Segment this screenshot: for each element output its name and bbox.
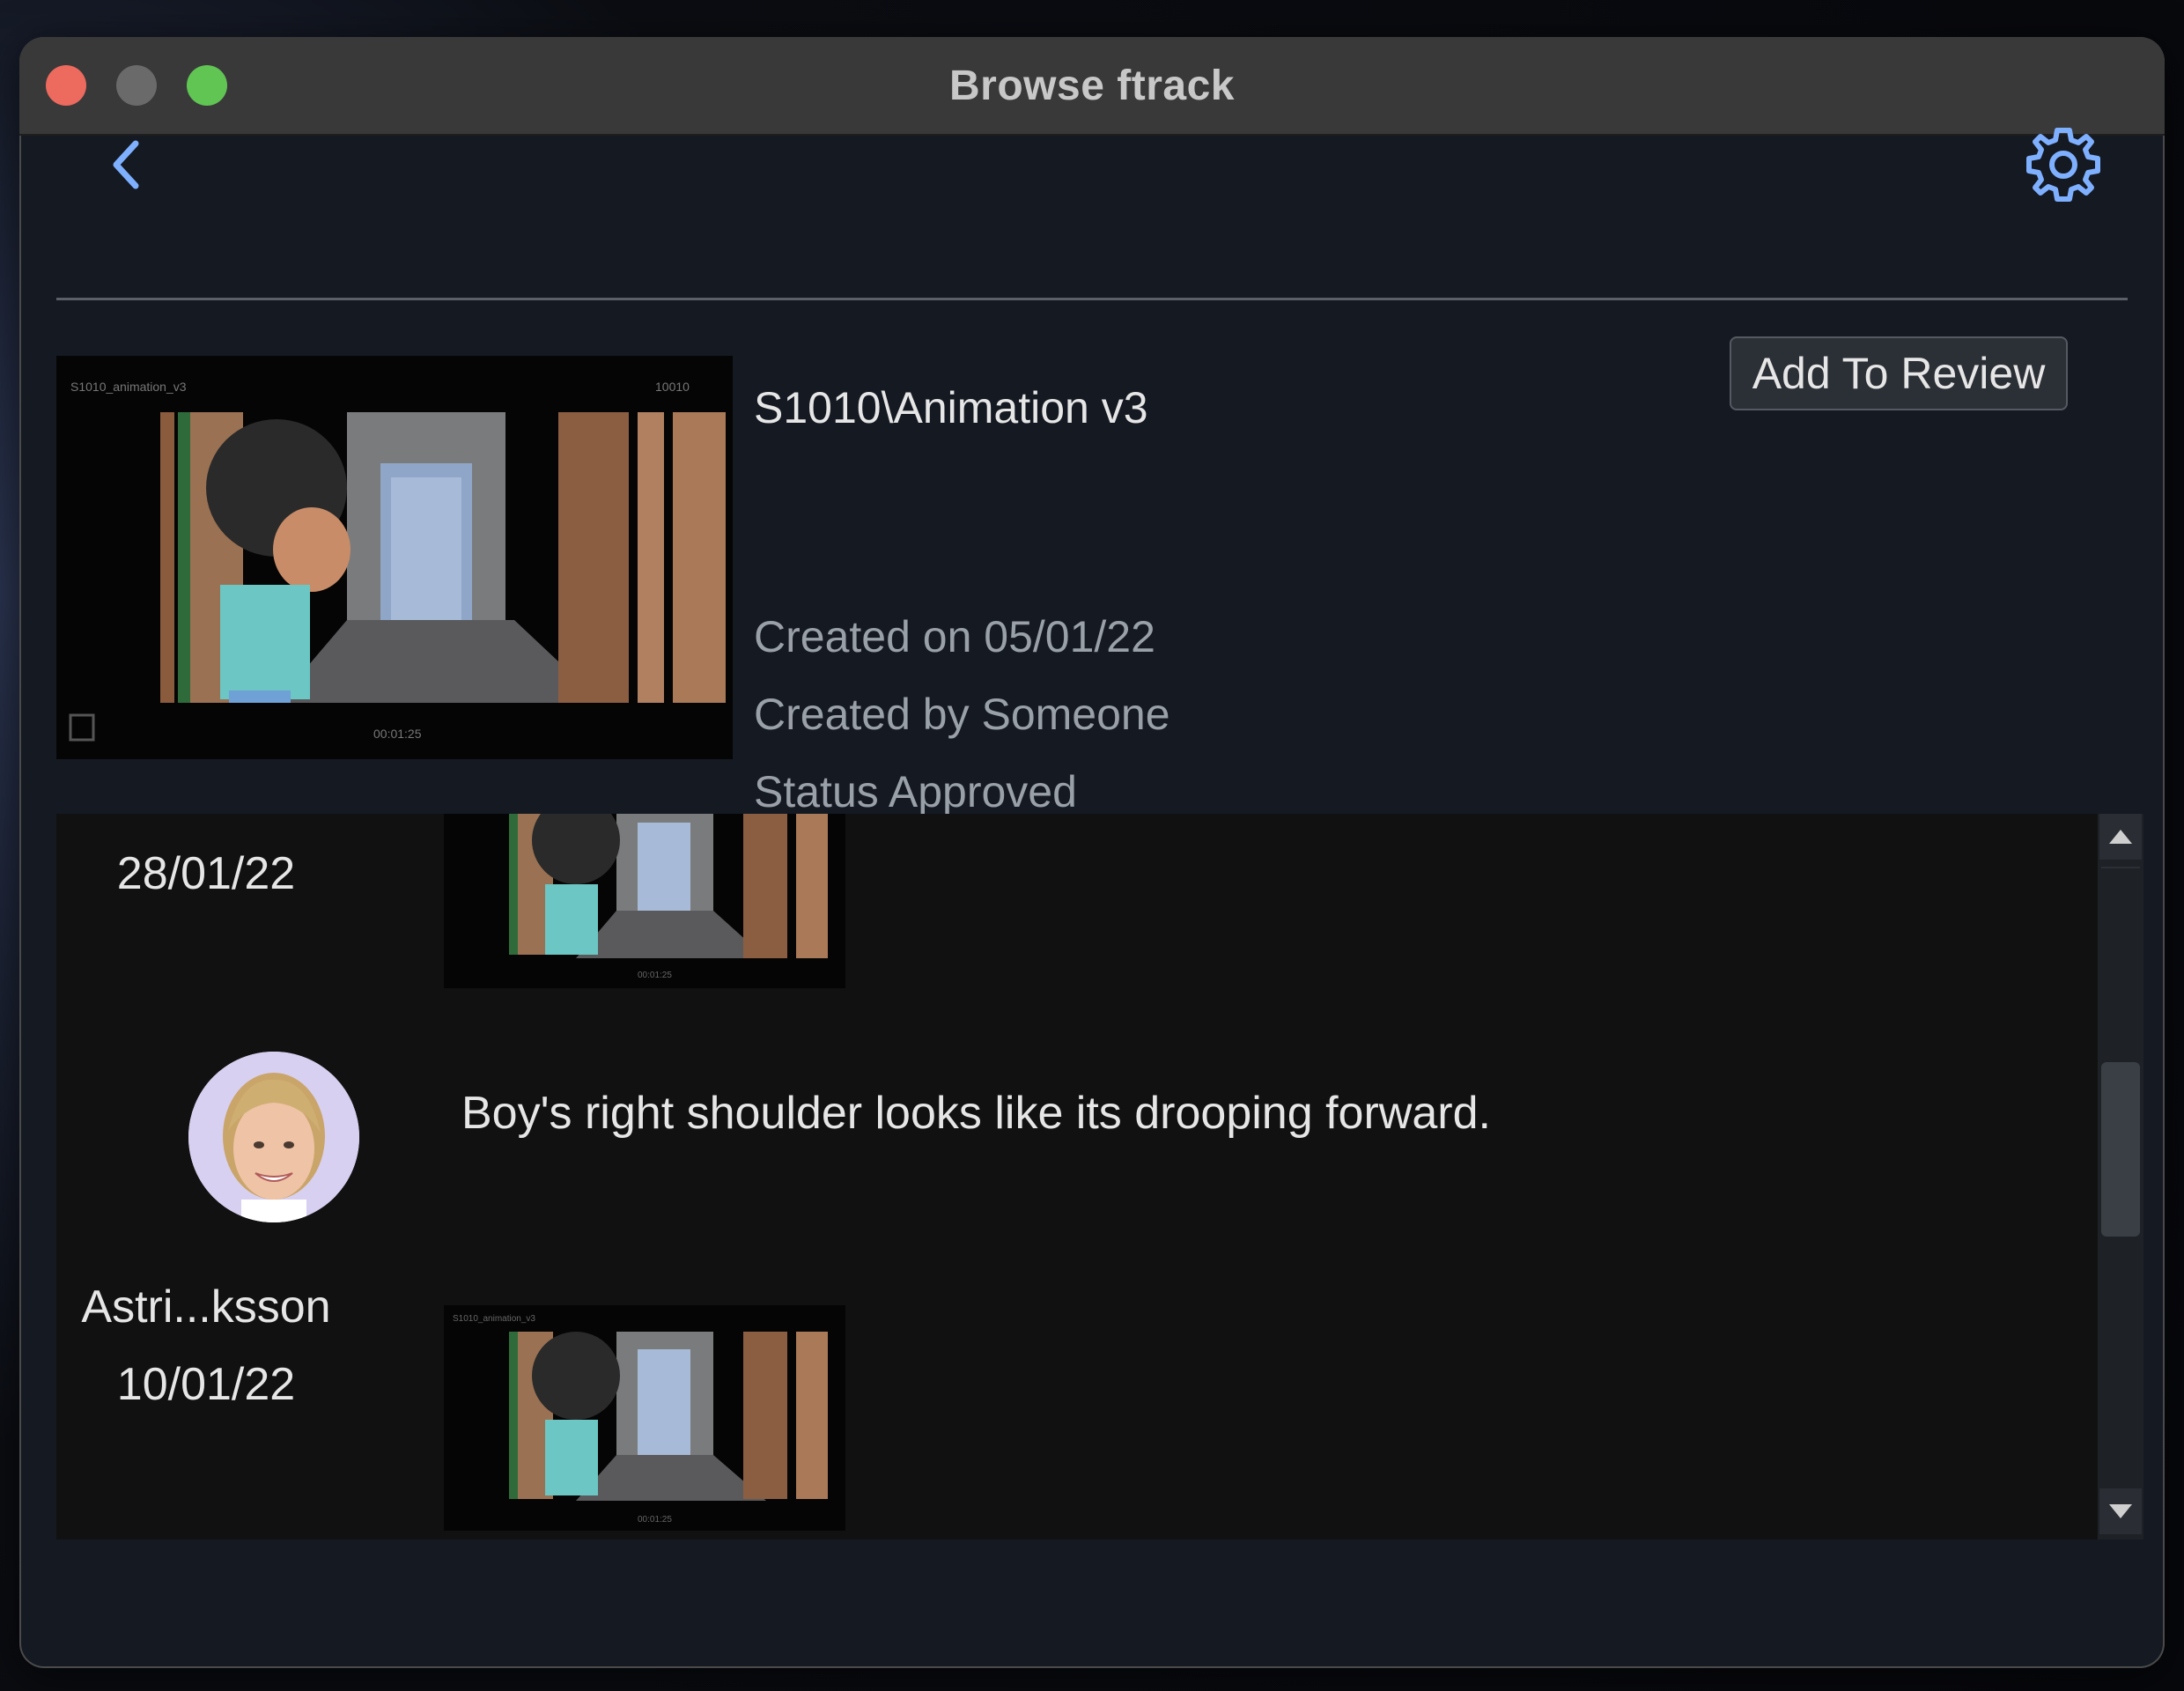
note-attachment-thumbnail[interactable]: S1010_animation_v3 00:01:25 (444, 1305, 845, 1531)
gear-icon (2026, 128, 2100, 202)
animation-frame-image: S1010_animation_v3 10010 00:01:25 (56, 356, 733, 759)
note-date: 28/01/22 (116, 848, 296, 899)
browse-ftrack-window: Browse ftrack S1010_animation_v3 10010 0… (19, 37, 2165, 1668)
svg-text:10010: 10010 (655, 380, 690, 394)
attachment-image: S1010_animation_v3 00:01:25 (444, 1305, 845, 1531)
notes-list[interactable]: 28/01/22 00:01:25 Astri...ksson 10/01/22… (56, 814, 2143, 1540)
scroll-down-button[interactable] (2099, 1488, 2142, 1534)
window-title: Browse ftrack (949, 62, 1235, 109)
avatar (188, 1052, 359, 1222)
scroll-up-button[interactable] (2099, 814, 2142, 860)
back-button[interactable] (100, 134, 153, 196)
note-date: 10/01/22 (116, 1359, 296, 1410)
triangle-down-icon (2109, 1504, 2132, 1518)
svg-text:S1010_animation_v3: S1010_animation_v3 (453, 1314, 535, 1324)
svg-text:00:01:25: 00:01:25 (638, 971, 672, 980)
version-thumbnail[interactable]: S1010_animation_v3 10010 00:01:25 (56, 356, 733, 759)
svg-text:S1010_animation_v3: S1010_animation_v3 (70, 380, 187, 394)
status-text: Status Approved (754, 767, 1077, 816)
svg-text:00:01:25: 00:01:25 (373, 727, 422, 741)
attachment-image: 00:01:25 (444, 814, 845, 988)
notes-scrollbar[interactable] (2098, 814, 2143, 1540)
title-bar: Browse ftrack (19, 37, 2165, 136)
svg-text:00:01:25: 00:01:25 (638, 1515, 672, 1525)
note-comment: Boy's right shoulder looks like its droo… (461, 1088, 1491, 1139)
settings-button[interactable] (2024, 125, 2103, 204)
triangle-up-icon (2109, 830, 2132, 844)
created-by-text: Created by Someone (754, 690, 1170, 739)
version-name: S1010\Animation v3 (754, 383, 1148, 432)
note-author: Astri...ksson (81, 1281, 331, 1333)
add-to-review-button[interactable]: Add To Review (1730, 336, 2068, 410)
scroll-thumb[interactable] (2101, 1062, 2140, 1237)
note-attachment-thumbnail[interactable]: 00:01:25 (444, 814, 845, 988)
created-on-text: Created on 05/01/22 (754, 612, 1155, 661)
chevron-left-icon (113, 140, 139, 189)
header-divider (56, 298, 2128, 300)
